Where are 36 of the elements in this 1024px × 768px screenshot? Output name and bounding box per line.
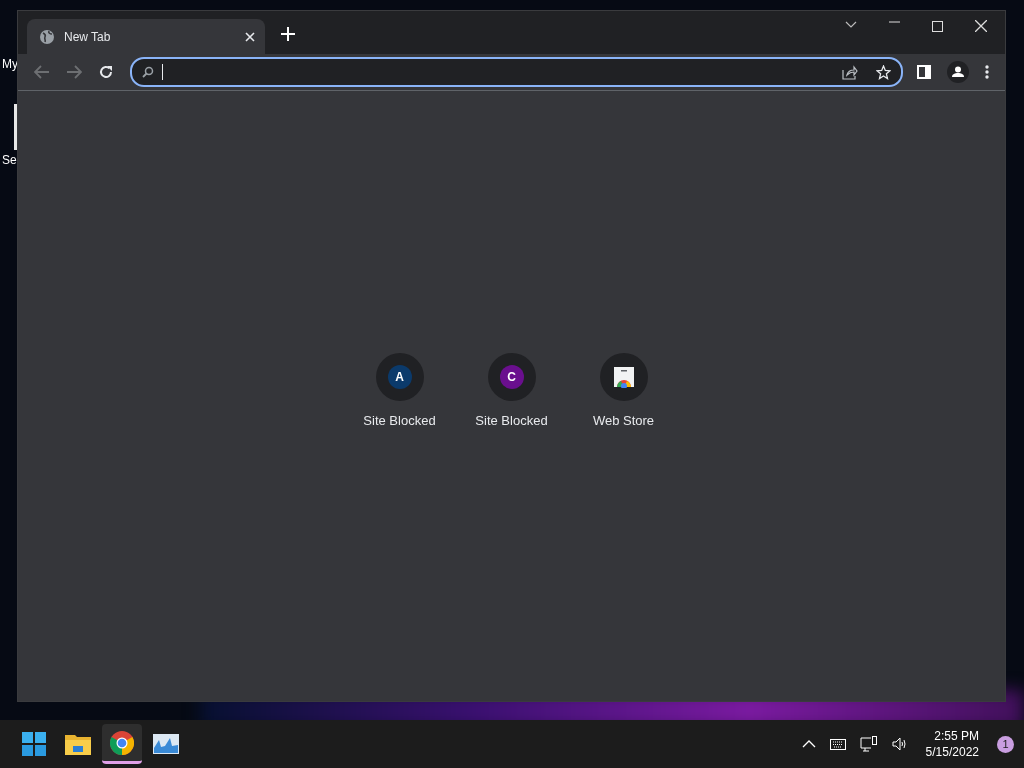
close-icon[interactable] [975,20,987,32]
menu-icon[interactable] [985,65,989,79]
new-tab-icon[interactable] [281,27,295,41]
site-initial-icon: C [499,365,524,389]
address-bar[interactable] [130,57,903,87]
globe-icon [39,28,55,45]
search-icon [142,66,154,78]
volume-icon[interactable] [891,737,908,751]
chevron-up-icon[interactable] [801,740,816,748]
maximize-icon[interactable] [932,21,943,32]
notification-badge[interactable]: 1 [997,735,1014,753]
reload-icon[interactable] [98,64,114,80]
shortcut-tile[interactable]: C Site Blocked [455,353,568,428]
site-initial-icon: A [387,365,412,389]
close-tab-icon[interactable] [245,31,255,42]
side-panel-icon[interactable] [917,65,931,79]
windows-logo-icon [22,732,46,756]
profile-icon[interactable] [947,61,969,83]
browser-tab[interactable]: New Tab [27,19,265,54]
tab-search-icon[interactable] [845,21,857,29]
share-icon[interactable] [842,64,858,80]
star-icon[interactable] [876,64,891,80]
shortcut-tile[interactable]: A Site Blocked [343,353,456,428]
web-store-icon [612,366,635,388]
chrome-icon [110,730,134,755]
keyboard-icon[interactable] [829,738,846,750]
desktop-icon-label[interactable]: My [2,57,18,71]
network-icon[interactable] [859,736,878,752]
shortcut-tile[interactable]: Web Store [567,353,680,428]
taskbar-app[interactable] [102,724,142,764]
clock[interactable]: 2:55 PM 5/15/2022 [925,729,979,759]
back-icon[interactable] [34,65,50,79]
forward-icon[interactable] [66,65,82,79]
folder-icon [65,733,91,755]
performance-chart-icon [153,734,179,754]
desktop-icon-label[interactable]: Se [2,153,17,167]
